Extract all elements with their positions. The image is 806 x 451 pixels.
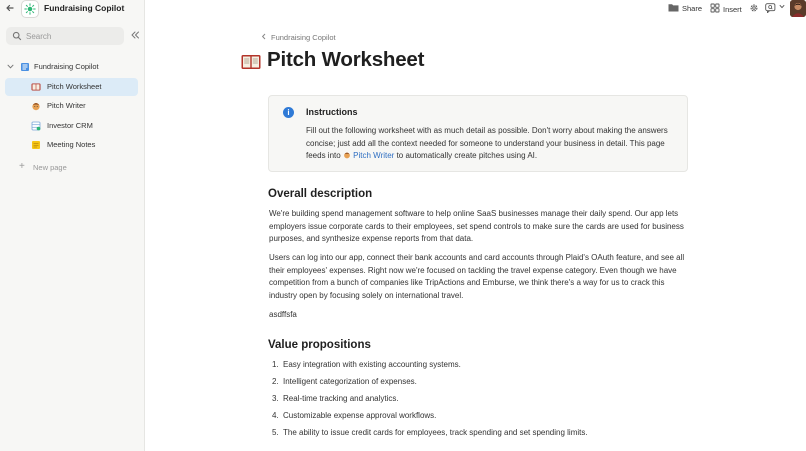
app-title: Fundraising Copilot	[44, 3, 125, 13]
sidebar-item-pitch-writer[interactable]: Pitch Writer	[5, 97, 138, 115]
book-icon[interactable]	[241, 52, 261, 72]
value-propositions-heading[interactable]: Value propositions	[268, 339, 371, 351]
chevron-down-icon[interactable]	[7, 63, 14, 72]
collapse-sidebar-icon[interactable]	[129, 30, 140, 41]
list-text: Customizable expense approval workflows.	[283, 411, 437, 420]
list-item[interactable]: 2. Intelligent categorization of expenses…	[269, 377, 689, 394]
list-item[interactable]: 4. Customizable expense approval workflow…	[269, 411, 689, 428]
note-icon	[31, 140, 41, 150]
overall-paragraph-3[interactable]: asdffsfa	[269, 309, 691, 322]
callout-title: Instructions	[306, 107, 358, 117]
search-box[interactable]	[6, 27, 124, 45]
callout-body: Fill out the following worksheet with as…	[306, 125, 676, 163]
book-stack-icon	[20, 62, 30, 72]
sidebar-item-pitch-worksheet[interactable]: Pitch Worksheet	[5, 78, 138, 96]
page-title[interactable]: Pitch Worksheet	[267, 48, 424, 72]
sidebar-item-label: Pitch Worksheet	[47, 82, 102, 91]
info-icon: i	[283, 107, 294, 118]
breadcrumb-label: Fundraising Copilot	[271, 33, 336, 42]
pitch-writer-link[interactable]: Pitch Writer	[353, 151, 394, 160]
app-logo-icon[interactable]	[21, 0, 39, 18]
sidebar-header: Fundraising Copilot	[0, 0, 145, 19]
overall-paragraph-1[interactable]: We're building spend management software…	[269, 208, 691, 246]
chevron-left-icon	[261, 33, 267, 42]
list-item[interactable]: 1. Easy integration with existing account…	[269, 360, 689, 377]
sidebar: Fundraising Copilot Fundraising Copilot …	[0, 0, 145, 451]
overall-description-heading[interactable]: Overall description	[268, 188, 372, 200]
list-number: 3.	[272, 394, 279, 403]
plus-icon: +	[19, 161, 25, 172]
list-text: Easy integration with existing accountin…	[283, 360, 461, 369]
person-emoji-icon	[343, 151, 351, 160]
list-number: 4.	[272, 411, 279, 420]
sidebar-item-label: Meeting Notes	[47, 140, 96, 149]
list-text: Real-time tracking and analytics.	[283, 394, 399, 403]
list-number: 2.	[272, 377, 279, 386]
list-number: 5.	[272, 428, 279, 437]
list-item[interactable]: 5. The ability to issue credit cards for …	[269, 428, 689, 445]
new-page-button[interactable]: + New page	[5, 159, 138, 176]
main-content: Fundraising Copilot Pitch Worksheet i In…	[146, 0, 806, 451]
sidebar-item-investor-crm[interactable]: Investor CRM	[5, 117, 138, 135]
sidebar-item-label: Investor CRM	[47, 121, 93, 130]
list-text: The ability to issue credit cards for em…	[283, 428, 588, 437]
breadcrumb[interactable]: Fundraising Copilot	[261, 33, 336, 42]
sidebar-item-meeting-notes[interactable]: Meeting Notes	[5, 136, 138, 154]
back-arrow-icon[interactable]	[4, 3, 16, 15]
tree-root-fundraising-copilot[interactable]: Fundraising Copilot	[5, 59, 140, 76]
new-page-label: New page	[33, 163, 67, 172]
search-icon	[12, 31, 22, 41]
value-propositions-list: 1. Easy integration with existing account…	[269, 360, 689, 445]
database-icon	[31, 121, 41, 131]
callout-text-after: to automatically create pitches using AI…	[394, 151, 538, 160]
book-icon	[31, 82, 41, 92]
tree-root-label: Fundraising Copilot	[34, 62, 99, 71]
instructions-callout: i Instructions Fill out the following wo…	[268, 95, 688, 172]
list-number: 1.	[272, 360, 279, 369]
person-emoji-icon	[31, 101, 41, 111]
list-item[interactable]: 3. Real-time tracking and analytics.	[269, 394, 689, 411]
search-input[interactable]	[26, 29, 118, 43]
sidebar-item-label: Pitch Writer	[47, 101, 86, 110]
list-text: Intelligent categorization of expenses.	[283, 377, 417, 386]
overall-paragraph-2[interactable]: Users can log into our app, connect thei…	[269, 252, 691, 302]
